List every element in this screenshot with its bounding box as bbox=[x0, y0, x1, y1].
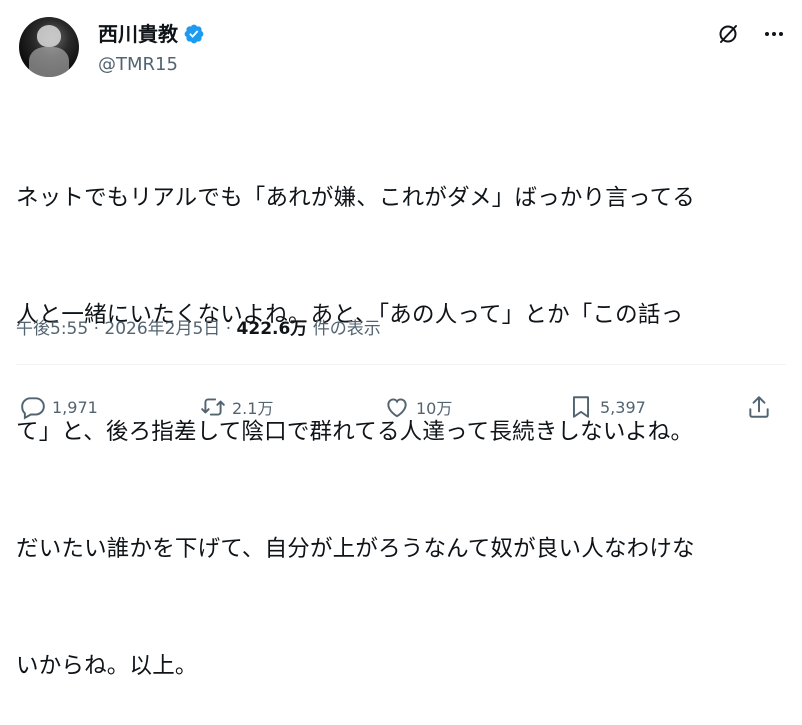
meta-separator: · bbox=[93, 319, 99, 339]
reply-button[interactable]: 1,971 bbox=[20, 394, 98, 420]
name-row: 西川貴教 bbox=[98, 22, 205, 46]
bookmark-button[interactable]: 5,397 bbox=[568, 394, 646, 420]
avatar-figure-head bbox=[37, 25, 61, 47]
repost-count: 2.1万 bbox=[232, 399, 274, 418]
divider bbox=[16, 364, 786, 365]
bookmark-icon bbox=[572, 396, 590, 418]
like-count: 10万 bbox=[416, 399, 453, 418]
share-icon bbox=[749, 396, 769, 418]
action-bar: 1,971 2.1万 10万 5,397 bbox=[16, 394, 786, 428]
avatar-figure-body bbox=[29, 47, 69, 77]
bookmark-count: 5,397 bbox=[600, 397, 646, 417]
views-label: 件の表示 bbox=[312, 319, 381, 339]
tweet-date[interactable]: 2026年2月5日 bbox=[104, 319, 220, 339]
meta-separator: · bbox=[225, 319, 232, 339]
tweet-text-line: だいたい誰かを下げて、自分が上がろうなんて奴が良い人なわけな bbox=[16, 536, 695, 562]
tweet-meta: 午後5:55 · 2026年2月5日 · 422.6万 件の表示 bbox=[16, 318, 381, 340]
user-handle[interactable]: @TMR15 bbox=[98, 54, 178, 76]
grok-icon[interactable] bbox=[716, 22, 740, 46]
avatar[interactable] bbox=[19, 17, 79, 77]
like-icon bbox=[387, 398, 407, 418]
tweet-text-line: ネットでもリアルでも「あれが嫌、これがダメ」ばっかり言ってる bbox=[16, 185, 695, 211]
reply-count: 1,971 bbox=[52, 397, 98, 417]
more-icon[interactable] bbox=[762, 22, 786, 46]
share-button[interactable] bbox=[746, 394, 772, 420]
repost-button[interactable]: 2.1万 bbox=[200, 394, 273, 420]
display-name[interactable]: 西川貴教 bbox=[98, 22, 178, 46]
like-button[interactable]: 10万 bbox=[384, 394, 452, 420]
views-count[interactable]: 422.6万 bbox=[237, 319, 308, 339]
reply-icon bbox=[21, 397, 45, 420]
header-actions bbox=[716, 22, 786, 46]
repost-icon bbox=[201, 398, 225, 416]
verified-badge-icon bbox=[184, 24, 204, 44]
tweet-time[interactable]: 午後5:55 bbox=[16, 319, 88, 339]
tweet-text-line: いからね。以上。 bbox=[16, 653, 198, 679]
tweet-header: 西川貴教 @TMR15 bbox=[16, 14, 786, 86]
